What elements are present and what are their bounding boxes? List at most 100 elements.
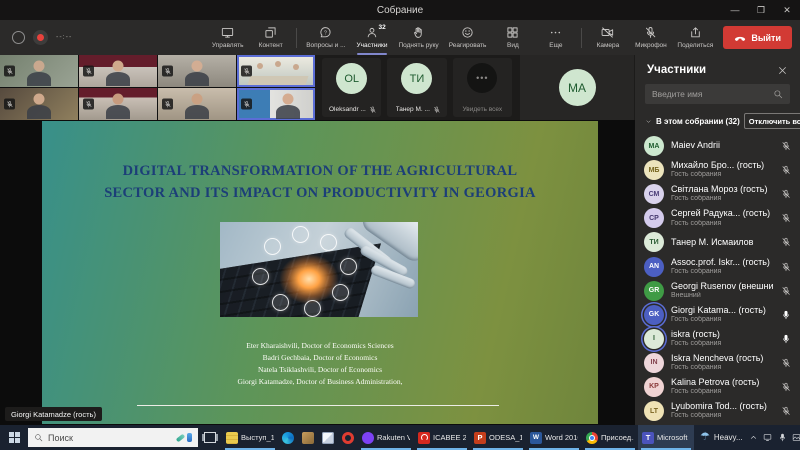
- participant-name: Kalina Petrova (гость): [671, 377, 774, 388]
- panel-close-icon[interactable]: [777, 65, 788, 76]
- participants-list: MA Maiev Andrii МБ Михайло Бро... (гость…: [635, 134, 800, 425]
- mic-off-icon: [85, 67, 93, 75]
- toolbar-content-button[interactable]: Контент: [249, 20, 292, 55]
- participant-row[interactable]: МБ Михайло Бро... (гость)Гость собрания: [644, 158, 791, 182]
- toolbar-share-button[interactable]: Поделиться: [672, 20, 718, 55]
- toolbar-microphone-button[interactable]: Микрофон: [629, 20, 672, 55]
- participant-row[interactable]: IN Iskra Nencheva (гость)Гость собрания: [644, 351, 791, 375]
- mic-muted-icon[interactable]: [781, 382, 791, 392]
- recording-indicator: --:--: [12, 30, 72, 45]
- taskbar-app-store-tan[interactable]: [298, 425, 318, 450]
- participant-name: Світлана Мороз (гость): [671, 184, 774, 195]
- mic-off-icon: [243, 67, 251, 75]
- mic-muted-icon[interactable]: [781, 262, 791, 272]
- participant-row[interactable]: MA Maiev Andrii: [644, 134, 791, 158]
- video-tile-man-office[interactable]: [158, 88, 236, 120]
- toolbar-more-button[interactable]: Еще: [534, 20, 577, 55]
- search-icon: [773, 89, 783, 99]
- toolbar-button-label: Поделиться: [677, 42, 713, 49]
- audio-participant-tiles: OL Oleksandr ...ТИ Танер М. ...••• Увиде…: [315, 55, 519, 120]
- mic-on-icon[interactable]: [781, 334, 791, 344]
- mic-off-icon: [85, 100, 93, 108]
- spotlight-tile[interactable]: MA: [520, 55, 634, 120]
- close-button[interactable]: ✕: [774, 0, 800, 20]
- taskbar-search-input[interactable]: Поиск: [28, 428, 198, 447]
- toolbar-participants-button[interactable]: 32Участники: [351, 20, 394, 55]
- taskbar-app-opera[interactable]: [338, 425, 358, 450]
- mic-off-icon: [243, 100, 251, 108]
- chevron-down-icon[interactable]: [645, 118, 652, 125]
- taskbar-app-acrobat[interactable]: ICABEE 20...: [414, 425, 470, 450]
- taskbar-app-teams[interactable]: Microsoft ...: [638, 425, 694, 450]
- taskbar-app-rakuten[interactable]: Rakuten V...: [358, 425, 414, 450]
- taskbar-app-notes-yellow[interactable]: Выступ_13...: [222, 425, 278, 450]
- video-tile-man-bookshelf[interactable]: [0, 88, 78, 120]
- audio-tile-ТИ[interactable]: ТИ Танер М. ...: [387, 58, 446, 117]
- in-meeting-count-label: В этом собрании (32): [656, 117, 740, 126]
- participant-row[interactable]: LT Lyubomira Tod... (гость)Гость собрани…: [644, 399, 791, 423]
- leave-button-label: Выйти: [751, 33, 781, 43]
- taskbar-app-word[interactable]: Word 2016: [526, 425, 582, 450]
- toolbar-raise-hand-button[interactable]: Поднять руку: [394, 20, 444, 55]
- mic-muted-icon[interactable]: [781, 141, 791, 151]
- mic-muted-icon[interactable]: [781, 406, 791, 416]
- participant-row[interactable]: I iskra (гость)Гость собрания: [644, 327, 791, 351]
- hand-icon: [412, 26, 425, 39]
- participant-row[interactable]: СР Сергей Радука... (гость)Гость собрани…: [644, 206, 791, 230]
- mute-all-button[interactable]: Отключить все мик...: [744, 113, 800, 129]
- participant-row[interactable]: GK Giorgi Katama... (гость)Гость собрани…: [644, 303, 791, 327]
- participant-row[interactable]: GR Georgi Rusenov (внешний)Внешний: [644, 279, 791, 303]
- video-tile-woman-blur-office[interactable]: [0, 55, 78, 87]
- mic-off-icon: [781, 189, 791, 199]
- taskbar-app-powerpoint[interactable]: ODESA_1...: [470, 425, 526, 450]
- mic-off-icon: [369, 106, 377, 114]
- mic-muted-icon[interactable]: [781, 213, 791, 223]
- start-button[interactable]: [0, 425, 28, 450]
- mic-off-icon: [781, 286, 791, 296]
- taskbar-app-chrome[interactable]: Присоед...: [582, 425, 638, 450]
- participant-search-input[interactable]: Введите имя: [645, 84, 790, 104]
- avatar: ТИ: [644, 232, 664, 252]
- mic-muted-icon[interactable]: [781, 286, 791, 296]
- search-placeholder: Введите имя: [652, 89, 702, 99]
- audio-tile-OL[interactable]: OL Oleksandr ...: [322, 58, 381, 117]
- toolbar-camera-button[interactable]: Камера: [586, 20, 629, 55]
- mic-muted-icon[interactable]: [781, 237, 791, 247]
- toolbar-button-label: Вопросы и ...: [306, 42, 345, 49]
- participant-row[interactable]: СМ Світлана Мороз (гость)Гость собрания: [644, 182, 791, 206]
- screen-share-icon: [221, 26, 234, 39]
- video-tile-woman-university-banner[interactable]: [79, 55, 157, 87]
- mic-on-icon[interactable]: [781, 310, 791, 320]
- system-tray: ENG 12:03: [749, 433, 800, 442]
- toolbar-qa-button[interactable]: ?Вопросы и ...: [301, 20, 350, 55]
- toolbar-view-button[interactable]: Вид: [491, 20, 534, 55]
- participant-row[interactable]: AN Assoc.prof. Iskr... (гость)Гость собр…: [644, 254, 791, 278]
- taskbar-search-placeholder: Поиск: [48, 433, 171, 443]
- participant-row[interactable]: ТИ Танер М. Исмаилов: [644, 230, 791, 254]
- toolbar-react-button[interactable]: Реагировать: [444, 20, 492, 55]
- leave-button[interactable]: Выйти: [723, 26, 792, 49]
- mic-off-icon: [433, 106, 441, 114]
- task-view-button[interactable]: [198, 425, 222, 450]
- video-tile-woman-office[interactable]: [158, 55, 236, 87]
- mail-icon: [322, 432, 334, 444]
- taskbar-app-edge[interactable]: [278, 425, 298, 450]
- minimize-button[interactable]: —: [722, 0, 748, 20]
- participant-row[interactable]: KP Kalina Petrova (гость)Гость собрания: [644, 375, 791, 399]
- mic-muted-icon[interactable]: [781, 358, 791, 368]
- toolbar-button-label: Контент: [259, 42, 283, 49]
- toolbar-button-label: Вид: [507, 42, 519, 49]
- video-tile-man-university-banner[interactable]: [79, 88, 157, 120]
- video-tile-conference-room[interactable]: [237, 55, 315, 87]
- mic-muted-icon[interactable]: [781, 165, 791, 175]
- maximize-button[interactable]: ❐: [748, 0, 774, 20]
- meeting-toolbar: --:-- Управлять Контент ?Вопросы и ...32Уч…: [0, 20, 800, 55]
- taskbar-app-mail[interactable]: [318, 425, 338, 450]
- video-tile-man-blue-banner[interactable]: [237, 88, 315, 120]
- author-line: Badri Gechbaia, Doctor of Economics: [42, 352, 598, 364]
- see-everyone-tile[interactable]: ••• Увидеть всех: [453, 58, 512, 117]
- taskbar-weather-widget[interactable]: ☂ Heavy...: [694, 432, 749, 443]
- toolbar-manage-button[interactable]: Управлять: [206, 20, 249, 55]
- avatar: GR: [644, 281, 664, 301]
- mic-muted-icon[interactable]: [781, 189, 791, 199]
